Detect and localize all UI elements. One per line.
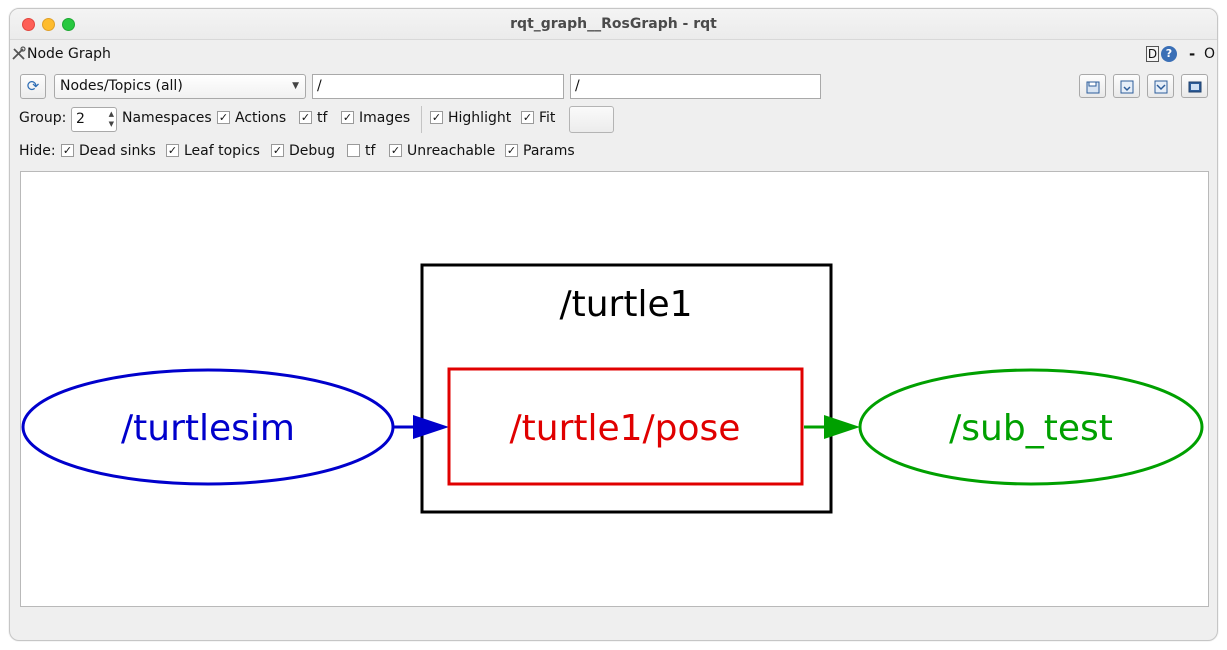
refresh-button[interactable]: ⟳ xyxy=(20,74,46,99)
save-image-icon xyxy=(1188,81,1201,93)
highlight-checkbox[interactable]: ✓ xyxy=(430,111,443,124)
node-sub-test-label: /sub_test xyxy=(949,408,1113,449)
save-svg-button[interactable] xyxy=(1147,74,1174,98)
fit-in-view-button[interactable] xyxy=(569,106,614,133)
plugin-header: Node Graph D ? - O xyxy=(10,42,1217,68)
leaf-topics-label[interactable]: Leaf topics xyxy=(184,143,260,159)
group-turtle1-label: /turtle1 xyxy=(559,284,692,325)
topic-filter-input[interactable]: / xyxy=(570,74,821,99)
params-label[interactable]: Params xyxy=(523,143,575,159)
save-image-button[interactable] xyxy=(1181,74,1208,98)
topic-turtle1-pose-label: /turtle1/pose xyxy=(510,408,741,449)
close-plugin-button[interactable]: O xyxy=(1204,46,1215,62)
graph-canvas[interactable]: /turtle1 /turtlesim /turtle1/pose /sub_t… xyxy=(20,171,1209,607)
edge-turtlesim-arrowhead xyxy=(413,415,449,439)
chevron-down-icon: ▼ xyxy=(292,81,299,91)
leaf-topics-checkbox[interactable]: ✓ xyxy=(166,144,179,157)
hide-tf-checkbox[interactable] xyxy=(347,144,360,157)
spin-up-icon[interactable]: ▲ xyxy=(109,109,114,119)
unreachable-label[interactable]: Unreachable xyxy=(407,143,495,159)
params-checkbox[interactable]: ✓ xyxy=(505,144,518,157)
unreachable-checkbox[interactable]: ✓ xyxy=(389,144,402,157)
fit-checkbox[interactable]: ✓ xyxy=(521,111,534,124)
load-dot-icon xyxy=(1086,81,1099,94)
highlight-label[interactable]: Highlight xyxy=(448,110,511,126)
images-label[interactable]: Images xyxy=(359,110,410,126)
debug-label[interactable]: Debug xyxy=(289,143,335,159)
spin-down-icon[interactable]: ▼ xyxy=(109,119,114,129)
debug-checkbox[interactable]: ✓ xyxy=(271,144,284,157)
dock-toggle-button[interactable]: D xyxy=(1146,46,1159,62)
save-dot-button[interactable] xyxy=(1113,74,1140,98)
title-bar: rqt_graph__RosGraph - rqt xyxy=(10,9,1217,40)
load-dot-button[interactable] xyxy=(1079,74,1106,98)
edge-pose-arrowhead xyxy=(824,415,860,439)
app-window: rqt_graph__RosGraph - rqt Node Graph D ?… xyxy=(9,8,1218,641)
namespaces-label[interactable]: Namespaces xyxy=(122,110,212,126)
view-mode-select[interactable]: Nodes/Topics (all) ▼ xyxy=(54,74,306,99)
save-svg-icon xyxy=(1154,80,1167,94)
tools-icon xyxy=(11,46,26,65)
group-value: 2 xyxy=(76,111,85,127)
help-icon[interactable]: ? xyxy=(1161,46,1177,62)
view-mode-value: Nodes/Topics (all) xyxy=(60,78,183,94)
tf-label[interactable]: tf xyxy=(317,110,327,126)
tf-checkbox[interactable]: ✓ xyxy=(299,111,312,124)
hide-label: Hide: xyxy=(19,143,56,159)
fit-label[interactable]: Fit xyxy=(539,110,555,126)
refresh-icon: ⟳ xyxy=(26,77,40,95)
actions-checkbox[interactable]: ✓ xyxy=(217,111,230,124)
group-label: Group: xyxy=(19,110,67,126)
images-checkbox[interactable]: ✓ xyxy=(341,111,354,124)
ros-graph: /turtle1 /turtlesim /turtle1/pose /sub_t… xyxy=(21,263,1204,514)
save-dot-icon xyxy=(1120,80,1133,94)
dead-sinks-checkbox[interactable]: ✓ xyxy=(61,144,74,157)
plugin-title: Node Graph xyxy=(27,46,111,62)
dead-sinks-label[interactable]: Dead sinks xyxy=(79,143,156,159)
window-title: rqt_graph__RosGraph - rqt xyxy=(510,16,717,32)
group-spinbox[interactable]: 2 ▲ ▼ xyxy=(71,107,117,132)
node-turtlesim-label: /turtlesim xyxy=(121,408,295,449)
hide-tf-label[interactable]: tf xyxy=(365,143,375,159)
node-filter-input[interactable]: / xyxy=(312,74,564,99)
minimize-plugin-button[interactable]: - xyxy=(1189,45,1195,63)
actions-label[interactable]: Actions xyxy=(235,110,286,126)
toolbar-separator xyxy=(421,106,422,133)
